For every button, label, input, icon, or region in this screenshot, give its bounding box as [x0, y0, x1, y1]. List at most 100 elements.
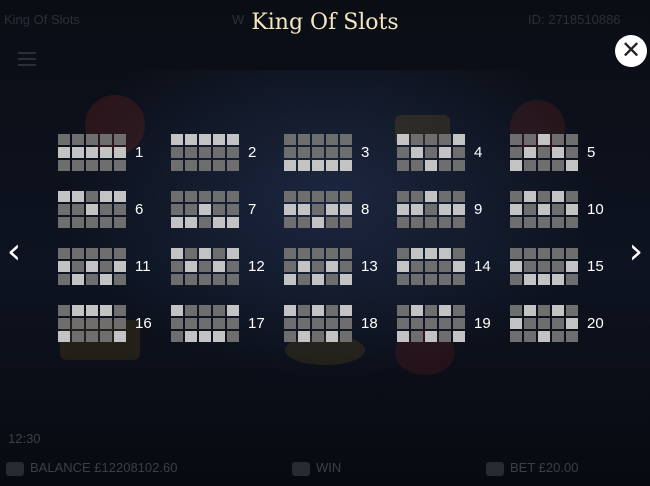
payline-cell-active	[453, 204, 465, 215]
payline-number: 20	[587, 315, 604, 332]
payline-cell	[58, 217, 70, 228]
payline-diagram	[283, 247, 355, 289]
payline-cell	[114, 134, 126, 145]
payline-cell	[566, 331, 578, 342]
payline-cell	[312, 191, 324, 202]
payline-cell	[312, 248, 324, 259]
payline-cell	[453, 318, 465, 329]
payline-cell	[284, 147, 296, 158]
payline-cell	[86, 160, 98, 171]
payline-diagram	[509, 247, 581, 289]
payline-cell-active	[552, 305, 564, 316]
payline-cell	[425, 274, 437, 285]
payline-item: 8	[283, 190, 393, 230]
payline-cell	[86, 191, 98, 202]
payline-cell-active	[425, 331, 437, 342]
payline-cell	[340, 248, 352, 259]
payline-cell	[227, 191, 239, 202]
payline-cell	[185, 204, 197, 215]
payline-cell	[510, 331, 522, 342]
payline-diagram	[283, 304, 355, 346]
chip-icon	[486, 461, 504, 476]
payline-diagram	[283, 133, 355, 175]
menu-icon[interactable]	[18, 52, 36, 66]
payline-cell	[439, 217, 451, 228]
payline-cell-active	[227, 217, 239, 228]
payline-cell	[185, 274, 197, 285]
payline-cell	[326, 318, 338, 329]
payline-cell	[425, 204, 437, 215]
payline-number: 9	[474, 201, 483, 218]
payline-cell-active	[72, 191, 84, 202]
payline-cell	[566, 305, 578, 316]
payline-cell	[199, 305, 211, 316]
payline-diagram	[509, 133, 581, 175]
payline-cell-active	[298, 331, 310, 342]
payline-cell-active	[538, 134, 550, 145]
payline-cell	[439, 134, 451, 145]
payline-cell	[114, 248, 126, 259]
payline-cell-active	[510, 160, 522, 171]
payline-cell	[552, 261, 564, 272]
payline-cell	[171, 204, 183, 215]
payline-number: 4	[474, 144, 483, 161]
payline-cell-active	[213, 134, 225, 145]
payline-item: 14	[396, 247, 506, 287]
payline-cell-active	[227, 134, 239, 145]
status-bar: BALANCE £12208102.60 WIN BET £20.00	[0, 452, 650, 486]
payline-cell	[298, 217, 310, 228]
payline-cell	[199, 191, 211, 202]
payline-cell-active	[524, 305, 536, 316]
next-page-button[interactable]: ›	[626, 232, 646, 272]
payline-item: 12	[170, 247, 280, 287]
payline-cell-active	[213, 331, 225, 342]
payline-cell	[425, 134, 437, 145]
payline-cell	[227, 261, 239, 272]
payline-cell	[453, 191, 465, 202]
payline-cell	[439, 331, 451, 342]
payline-cell	[510, 191, 522, 202]
payline-number: 1	[135, 144, 144, 161]
payline-cell	[100, 204, 112, 215]
payline-diagram	[396, 190, 468, 232]
payline-cell	[227, 204, 239, 215]
payline-item: 5	[509, 133, 619, 173]
payline-cell	[227, 318, 239, 329]
payline-item: 18	[283, 304, 393, 344]
payline-number: 17	[248, 315, 265, 332]
payline-cell-active	[199, 134, 211, 145]
payline-cell	[86, 331, 98, 342]
payline-cell	[100, 331, 112, 342]
payline-cell	[86, 318, 98, 329]
payline-cell	[58, 160, 70, 171]
payline-cell-active	[171, 305, 183, 316]
payline-cell	[312, 261, 324, 272]
payline-number: 5	[587, 144, 596, 161]
payline-diagram	[509, 190, 581, 232]
payline-number: 16	[135, 315, 152, 332]
payline-diagram	[396, 133, 468, 175]
payline-cell	[510, 147, 522, 158]
payline-cell	[538, 160, 550, 171]
payline-cell-active	[284, 160, 296, 171]
payline-cell-active	[411, 248, 423, 259]
payline-cell-active	[312, 217, 324, 228]
payline-cell	[312, 134, 324, 145]
payline-item: 17	[170, 304, 280, 344]
payline-cell	[453, 217, 465, 228]
payline-number: 18	[361, 315, 378, 332]
payline-cell-active	[312, 160, 324, 171]
prev-page-button[interactable]: ‹	[4, 232, 24, 272]
payline-cell-active	[566, 160, 578, 171]
payline-cell-active	[439, 305, 451, 316]
payline-cell-active	[453, 134, 465, 145]
payline-number: 15	[587, 258, 604, 275]
payline-cell-active	[72, 147, 84, 158]
payline-cell	[114, 160, 126, 171]
close-button[interactable]: ✕	[615, 35, 647, 67]
payline-cell-active	[524, 147, 536, 158]
payline-cell	[510, 217, 522, 228]
payline-cell-active	[58, 331, 70, 342]
payline-cell	[552, 134, 564, 145]
payline-cell	[425, 261, 437, 272]
